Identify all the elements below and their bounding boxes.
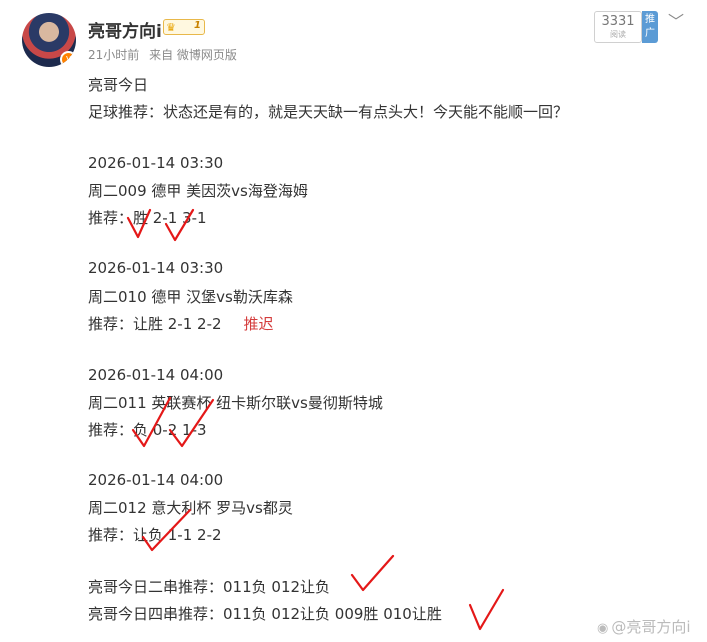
match-1-pick: 推荐：胜 2-1 3-1 — [88, 209, 207, 227]
match-1-datetime: 2026-01-14 03:30 — [88, 154, 224, 172]
verified-badge-icon: v — [60, 51, 76, 67]
weibo-logo-icon: ◉ — [597, 621, 609, 636]
post-intro-text: 足球推荐：状态还是有的，就是天天缺一有点头大！今天能不能顺一回？ — [88, 103, 569, 121]
match-3-pick: 推荐：负 0-2 1-3 — [88, 421, 207, 439]
username[interactable]: 亮哥方向i — [88, 17, 162, 42]
match-3-title: 周二011 英联赛杯 纽卡斯尔联vs曼彻斯特城 — [88, 394, 383, 412]
match-3-datetime: 2026-01-14 04:00 — [88, 366, 224, 384]
post-time[interactable]: 21小时前 — [88, 48, 139, 62]
post-source: 来自 微博网页版 — [149, 48, 237, 62]
watermark-text: @亮哥方向i — [611, 618, 691, 636]
promote-button[interactable]: 推广 — [642, 11, 658, 43]
vip-level: 1 — [194, 20, 201, 31]
match-2-title: 周二010 德甲 汉堡vs勒沃库森 — [88, 288, 293, 306]
match-4-datetime: 2026-01-14 04:00 — [88, 471, 224, 489]
watermark: ◉ @亮哥方向i — [597, 616, 691, 637]
match-2-pick-row: 推荐：让胜 2-1 2-2 推迟 — [88, 313, 274, 334]
chevron-down-icon[interactable]: ﹀ — [668, 8, 684, 32]
read-count: 3331 — [601, 14, 635, 29]
checkmark-icon — [350, 554, 395, 592]
match-4-pick: 推荐：让负 1-1 2-2 — [88, 526, 222, 544]
match-4-title: 周二012 意大利杯 罗马vs都灵 — [88, 499, 293, 517]
post-intro-title: 亮哥今日 — [88, 76, 149, 94]
parlay-2-pick: 亮哥今日二串推荐：011负 012让负 — [88, 578, 331, 596]
checkmark-icon — [468, 588, 505, 631]
match-1-title: 周二009 德甲 美因茨vs海登海姆 — [88, 182, 308, 200]
crown-icon: ♛ — [166, 21, 176, 34]
vip-badge[interactable]: ♛ 1 — [163, 19, 205, 35]
read-label: 阅读 — [610, 30, 626, 39]
match-2-pick: 推荐：让胜 2-1 2-2 — [88, 315, 222, 333]
parlay-4-pick: 亮哥今日四串推荐：011负 012让负 009胜 010让胜 — [88, 605, 442, 623]
post-meta: 21小时前 来自 微博网页版 — [88, 46, 243, 63]
avatar[interactable]: v — [22, 13, 76, 67]
match-2-datetime: 2026-01-14 03:30 — [88, 259, 224, 277]
postponed-label: 推迟 — [243, 315, 274, 333]
read-count-box: 3331 阅读 — [594, 11, 642, 43]
